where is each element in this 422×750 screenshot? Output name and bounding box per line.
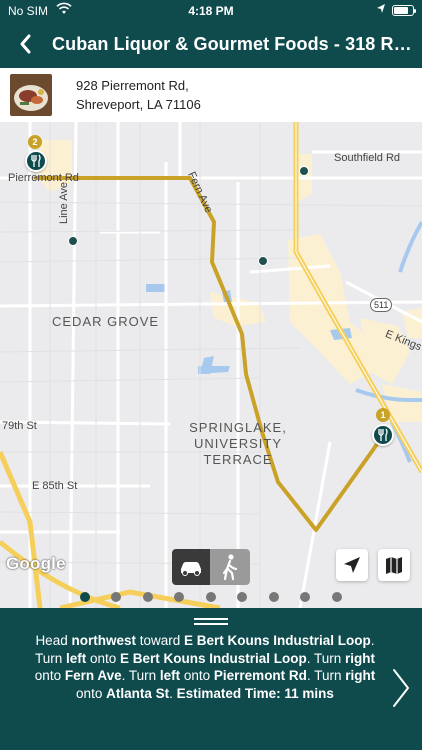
address-line2: Shreveport, LA 71106 [76, 97, 201, 112]
direction-text: onto [86, 650, 120, 666]
drag-handle[interactable] [194, 618, 228, 626]
street-label-79th: 79th St [2, 420, 37, 432]
nav-bar: Cuban Liquor & Gourmet Foods - 318 Resta… [0, 22, 422, 68]
pin-badge-1: 1 [376, 408, 390, 422]
direction-emphasis: Atlanta St [106, 685, 170, 701]
direction-emphasis: Estimated Time: 11 mins [176, 685, 334, 701]
restaurant-pin-1[interactable] [372, 424, 394, 446]
pager-dot[interactable] [332, 592, 342, 602]
poi-marker[interactable] [258, 256, 268, 266]
area-label-cedar-grove: CEDAR GROVE [52, 314, 160, 329]
direction-instructions: Head northwest toward E Bert Kouns Indus… [22, 632, 388, 702]
direction-emphasis: E Bert Kouns Industrial Loop [120, 650, 307, 666]
address-header: 928 Pierremont Rd, Shreveport, LA 71106 [0, 68, 422, 122]
walk-mode-button[interactable] [210, 549, 250, 585]
map-type-button[interactable] [378, 549, 410, 581]
direction-emphasis: left [65, 650, 87, 666]
poi-marker[interactable] [299, 166, 309, 176]
direction-emphasis: left [159, 668, 181, 683]
map-icon [386, 557, 402, 574]
location-arrow-icon [376, 3, 386, 18]
car-icon [181, 562, 201, 576]
pager-dot[interactable] [237, 592, 247, 602]
pager-dot[interactable] [269, 592, 279, 602]
my-location-button[interactable] [336, 549, 368, 581]
direction-emphasis: right [345, 650, 376, 666]
direction-emphasis: E Bert Kouns Industrial Loop [184, 633, 371, 648]
walking-icon [222, 554, 238, 581]
street-label-southfield: Southfield Rd [334, 152, 401, 164]
direction-text: . Turn [306, 668, 346, 683]
fork-knife-icon [378, 428, 388, 441]
direction-emphasis: northwest [71, 633, 136, 648]
area-label-springlake: SPRINGLAKE, UNIVERSITY TERRACE [189, 420, 287, 467]
fork-knife-icon [31, 154, 41, 167]
direction-text: onto [34, 668, 65, 683]
poi-marker[interactable] [68, 236, 78, 246]
direction-text: onto [76, 685, 107, 701]
page-title: Cuban Liquor & Gourmet Foods - 318 Resta… [52, 34, 412, 54]
clock: 4:18 PM [188, 4, 234, 18]
status-bar: No SIM 4:18 PM [0, 0, 422, 22]
location-arrow-icon [344, 557, 360, 573]
step-pager [0, 590, 422, 604]
pager-dot[interactable] [206, 592, 216, 602]
pin-badge-2: 2 [28, 135, 42, 149]
direction-text: . Turn [121, 668, 160, 683]
street-label-85th: E 85th St [32, 480, 78, 492]
address-text: 928 Pierremont Rd, Shreveport, LA 71106 [76, 76, 201, 114]
direction-text: . Turn [306, 650, 346, 666]
pager-dot[interactable] [111, 592, 121, 602]
direction-emphasis: right [345, 668, 376, 683]
highway-shield-511: 511 [370, 298, 393, 312]
direction-text: toward [135, 633, 185, 648]
directions-panel: Head northwest toward E Bert Kouns Indus… [0, 608, 422, 750]
direction-text: onto [180, 668, 214, 683]
travel-mode-toggle [172, 549, 250, 585]
direction-emphasis: Pierremont Rd [213, 668, 307, 683]
restaurant-thumbnail [10, 74, 52, 116]
next-step-icon[interactable] [388, 666, 414, 710]
map-view[interactable]: Southfield Rd Pierremont Rd Line Ave Fer… [0, 122, 422, 608]
pager-dot[interactable] [143, 592, 153, 602]
direction-text: . [169, 685, 177, 701]
pager-dot[interactable] [300, 592, 310, 602]
back-icon[interactable] [14, 30, 38, 58]
direction-emphasis: Fern Ave [64, 668, 122, 683]
car-mode-button[interactable] [172, 549, 210, 585]
pager-dot[interactable] [80, 592, 90, 602]
battery-icon [392, 5, 416, 16]
direction-text: Head [35, 633, 72, 648]
restaurant-pin-2[interactable] [25, 150, 47, 172]
address-line1: 928 Pierremont Rd, [76, 78, 189, 93]
pager-dot[interactable] [174, 592, 184, 602]
street-label-line-ave: Line Ave [58, 181, 70, 224]
google-logo: Google [6, 554, 66, 573]
